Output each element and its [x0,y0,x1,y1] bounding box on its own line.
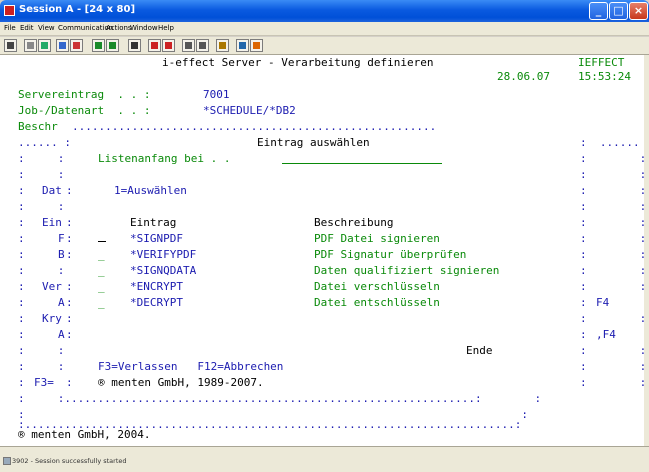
maximize-button[interactable]: □ [609,2,628,20]
entry-name: *VERIFYPDF [130,248,197,261]
bg-label-f4: ,F4 [596,328,616,341]
menu-window[interactable]: Window [130,24,158,32]
entry-description: PDF Datei signieren [314,232,440,245]
entry-name: *ENCRYPT [130,280,183,293]
menu-communication[interactable]: Communication [58,24,113,32]
list-start-input[interactable] [282,163,442,164]
window-title: Session A - [24 x 80] [19,4,136,15]
color-icon[interactable] [250,39,263,52]
bg-label-b: B [58,248,65,261]
menu-actions[interactable]: Actions [106,24,132,32]
entry-name: *SIGNQDATA [130,264,197,277]
bg-label-f4: F4 [596,296,610,309]
help-icon[interactable] [236,39,249,52]
macro-record-icon[interactable] [128,39,141,52]
column-description-header: Beschreibung [314,216,394,229]
session-status-icon [3,457,11,465]
bg-label-ver: Ver [42,280,62,293]
menu-file[interactable]: File [4,24,16,32]
minimize-button[interactable]: _ [589,2,608,20]
function-keys: F3=Verlassen F12=Abbrechen [98,360,284,373]
send-icon[interactable] [56,39,69,52]
bg-label-ein: Ein [42,216,62,229]
entry-name: *SIGNPDF [130,232,183,245]
option-field-5[interactable]: _ [98,295,105,311]
paste-icon[interactable] [38,39,51,52]
bg-label-a: A [58,328,65,341]
screen-time: 15:53:24 [578,70,631,83]
close-button[interactable]: × [629,2,648,20]
macro-play-icon[interactable] [148,39,161,52]
print-screen-icon[interactable] [4,39,17,52]
bg-label-kry: Kry [42,312,62,325]
display-icon[interactable] [92,39,105,52]
entry-description: Datei verschlüsseln [314,280,440,293]
server-value: 7001 [203,88,230,101]
menu-bar: File Edit View Communication Actions Win… [0,22,649,36]
screen-date: 28.06.07 [497,70,550,83]
server-label: Servereintrag . . : [18,88,151,101]
bg-label-dat: Dat [42,184,62,197]
bg-label-a: A [58,296,65,309]
entry-description: Datei entschlüsseln [314,296,440,309]
option-hint: 1=Auswählen [114,184,187,197]
vertical-scrollbar[interactable] [644,55,649,446]
status-text: 3902 - Session successfully started [12,457,127,465]
menu-help[interactable]: Help [158,24,174,32]
job-value: *SCHEDULE/*DB2 [203,104,296,117]
list-end-label: Ende [466,344,493,357]
left-box-top: ...... : [18,136,71,149]
list-start-label: Listenanfang bei . . [98,152,231,165]
option-field-4[interactable]: _ [98,279,105,295]
status-bar: 3902 - Session successfully started [0,446,649,472]
beschr-label: Beschr [18,120,58,133]
right-box-top: : ...... [580,136,640,149]
option-field-1[interactable] [98,231,106,247]
option-field-2[interactable]: _ [98,247,105,263]
job-label: Job-/Datenart . . : [18,104,151,117]
dialog-top-border: ........................................… [72,120,437,133]
entry-description: Daten qualifiziert signieren [314,264,500,277]
macro-stop-icon[interactable] [162,39,175,52]
dialog-title: Eintrag auswählen [257,136,370,149]
dialog-copyright: ® menten GmbH, 1989-2007. [98,376,264,389]
menu-edit[interactable]: Edit [20,24,34,32]
bg-label-f3: F3= [34,376,54,389]
screen-title: i-effect Server - Verarbeitung definiere… [162,56,434,69]
menu-view[interactable]: View [38,24,55,32]
session-app-icon [4,5,15,16]
run-icon[interactable] [182,39,195,52]
title-bar[interactable]: Session A - [24 x 80] _ □ × [0,0,649,22]
entry-description: PDF Signatur überprüfen [314,248,467,261]
receive-icon[interactable] [70,39,83,52]
option-field-3[interactable]: _ [98,263,105,279]
column-entry-header: Eintrag [130,216,177,229]
keyboard-icon[interactable] [106,39,119,52]
settings-icon[interactable] [216,39,229,52]
entry-name: *DECRYPT [130,296,183,309]
script-icon[interactable] [196,39,209,52]
footer-copyright: ® menten GmbH, 2004. [18,428,151,441]
copy-icon[interactable] [24,39,37,52]
toolbar [0,37,649,55]
terminal-screen[interactable]: i-effect Server - Verarbeitung definiere… [0,55,646,446]
bg-label-f: F [58,232,65,245]
